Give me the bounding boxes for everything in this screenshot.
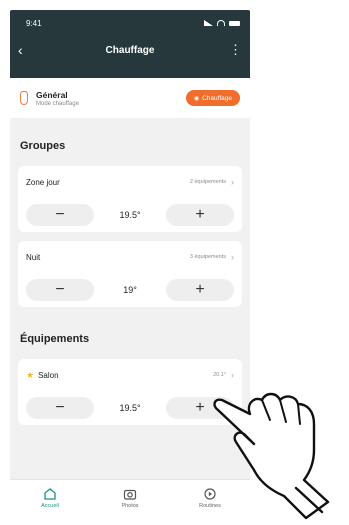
decrease-temp-button[interactable]: −: [26, 397, 94, 419]
group-card-zone-jour: Zone jour 2 équipements › − 19.5° +: [18, 166, 242, 232]
equipment-card-salon: ★ Salon 20.1° › − 19.5° +: [18, 359, 242, 425]
pointing-hand-illustration: [213, 392, 330, 520]
group-card-nuit: Nuit 3 équipements › − 19° +: [18, 241, 242, 307]
general-subtitle: Mode chauffage: [36, 100, 79, 107]
tab-label: Accueil: [41, 503, 59, 509]
heating-mode-label: Chauffage: [202, 94, 232, 102]
increase-temp-button[interactable]: +: [166, 279, 234, 301]
equipment-name: Salon: [38, 370, 59, 380]
more-options-icon[interactable]: ⋮: [224, 42, 242, 58]
general-mode-row: Général Mode chauffage ◉ Chauffage: [10, 78, 250, 118]
tab-photos[interactable]: Photos: [100, 488, 160, 509]
decrease-temp-button[interactable]: −: [26, 279, 94, 301]
equipments-title: Équipements: [20, 333, 90, 345]
signal-icon: [204, 20, 213, 26]
chevron-right-icon: ›: [231, 370, 234, 380]
equipment-header[interactable]: ★ Salon 20.1° ›: [26, 359, 234, 391]
temperature-controls: − 19.5° +: [26, 198, 234, 232]
home-icon: [44, 488, 56, 500]
star-icon[interactable]: ★: [26, 370, 34, 381]
camera-icon: [123, 489, 137, 500]
target-temperature: 19.5°: [119, 210, 141, 220]
tab-accueil[interactable]: Accueil: [20, 488, 80, 509]
target-temperature: 19.5°: [119, 403, 141, 413]
status-time: 9:41: [26, 18, 42, 28]
page-title: Chauffage: [105, 44, 155, 56]
decrease-temp-button[interactable]: −: [26, 204, 94, 226]
current-temperature: 20.1°: [213, 372, 226, 378]
group-name: Zone jour: [26, 177, 60, 187]
flame-icon: ◉: [193, 95, 200, 102]
target-temperature: 19°: [123, 285, 137, 295]
wifi-icon: [217, 20, 225, 26]
status-icons: [204, 20, 240, 26]
group-name: Nuit: [26, 252, 41, 262]
tab-label: Photos: [121, 503, 139, 509]
temperature-controls: − 19° +: [26, 273, 234, 307]
temperature-controls: − 19.5° +: [26, 391, 234, 425]
general-title: Général: [36, 89, 68, 100]
group-header[interactable]: Zone jour 2 équipements ›: [26, 166, 234, 198]
thermometer-icon: [20, 91, 28, 105]
heating-mode-button[interactable]: ◉ Chauffage: [185, 90, 240, 106]
group-device-count: 2 équipements: [189, 179, 226, 185]
group-header[interactable]: Nuit 3 équipements ›: [26, 241, 234, 273]
groups-title: Groupes: [20, 140, 66, 152]
chevron-right-icon: ›: [231, 252, 234, 262]
nav-bar: ‹ Chauffage ⋮: [10, 36, 250, 64]
chevron-right-icon: ›: [231, 177, 234, 187]
increase-temp-button[interactable]: +: [166, 204, 234, 226]
app-header: 9:41 ‹ Chauffage ⋮: [10, 10, 250, 78]
battery-icon: [229, 20, 240, 26]
status-bar: 9:41: [10, 10, 250, 36]
back-icon[interactable]: ‹: [18, 42, 36, 58]
group-device-count: 3 équipements: [189, 254, 226, 260]
